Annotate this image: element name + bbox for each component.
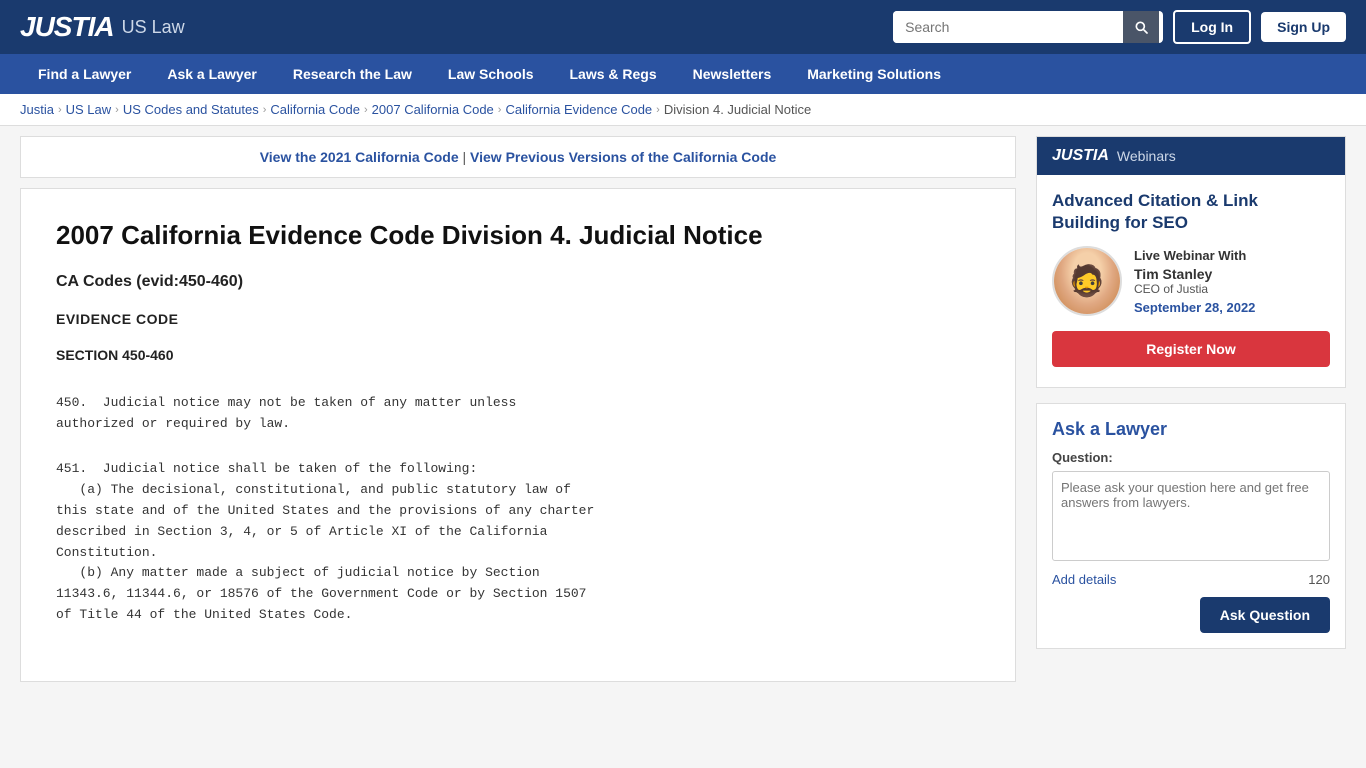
add-details-link[interactable]: Add details [1052, 572, 1116, 587]
breadcrumb-sep-1: › [58, 104, 62, 116]
search-icon [1133, 19, 1149, 35]
ask-footer: Add details 120 [1052, 572, 1330, 587]
section-number: SECTION 450-460 [56, 347, 980, 363]
nav-bar: Find a Lawyer Ask a Lawyer Research the … [0, 54, 1366, 94]
view-2021-link[interactable]: View the 2021 California Code [260, 149, 459, 165]
webinar-header: JUSTIA Webinars [1037, 137, 1345, 175]
webinar-label: Webinars [1117, 148, 1176, 164]
uslaw-logo: US Law [122, 17, 185, 38]
main-layout: View the 2021 California Code | View Pre… [0, 126, 1366, 692]
webinar-info: Live Webinar With Tim Stanley CEO of Jus… [1134, 248, 1330, 315]
ask-lawyer-card: Ask a Lawyer Question: Add details 120 A… [1036, 403, 1346, 649]
sidebar: JUSTIA Webinars Advanced Citation & Link… [1036, 136, 1346, 682]
breadcrumb-sep-6: › [656, 104, 660, 116]
legal-text-450: 450. Judicial notice may not be taken of… [56, 393, 980, 435]
ask-lawyer-title: Ask a Lawyer [1052, 419, 1330, 440]
legal-text-451: 451. Judicial notice shall be taken of t… [56, 459, 980, 625]
breadcrumb-ca-evidence[interactable]: California Evidence Code [505, 102, 652, 117]
section-label: EVIDENCE CODE [56, 311, 980, 327]
breadcrumb-sep-2: › [115, 104, 119, 116]
char-count: 120 [1308, 572, 1330, 587]
page-title: 2007 California Evidence Code Division 4… [56, 219, 980, 253]
nav-research-law[interactable]: Research the Law [275, 54, 430, 94]
webinar-role: CEO of Justia [1134, 282, 1330, 296]
nav-find-lawyer[interactable]: Find a Lawyer [20, 54, 149, 94]
nav-ask-lawyer[interactable]: Ask a Lawyer [149, 54, 275, 94]
login-button[interactable]: Log In [1173, 10, 1251, 44]
breadcrumb-justia[interactable]: Justia [20, 102, 54, 117]
header: JUSTIA US Law Log In Sign Up [0, 0, 1366, 54]
webinar-body: Advanced Citation & Link Building for SE… [1037, 175, 1345, 387]
register-now-button[interactable]: Register Now [1052, 331, 1330, 367]
breadcrumb-sep-5: › [498, 104, 502, 116]
avatar: 🧔 [1052, 246, 1122, 316]
breadcrumb: Justia › US Law › US Codes and Statutes … [0, 94, 1366, 126]
main-content: View the 2021 California Code | View Pre… [20, 136, 1016, 682]
nav-laws-regs[interactable]: Laws & Regs [552, 54, 675, 94]
content-subtitle: CA Codes (evid:450-460) [56, 273, 980, 291]
question-label: Question: [1052, 450, 1330, 465]
webinar-speaker: Tim Stanley [1134, 266, 1330, 282]
breadcrumb-uslaw[interactable]: US Law [66, 102, 112, 117]
content-card: 2007 California Evidence Code Division 4… [20, 188, 1016, 682]
signup-button[interactable]: Sign Up [1261, 12, 1346, 42]
ask-question-button[interactable]: Ask Question [1200, 597, 1330, 633]
breadcrumb-us-codes[interactable]: US Codes and Statutes [123, 102, 259, 117]
breadcrumb-current: Division 4. Judicial Notice [664, 102, 811, 117]
question-textarea[interactable] [1052, 471, 1330, 561]
breadcrumb-ca-code[interactable]: California Code [270, 102, 360, 117]
webinar-live-text: Live Webinar With [1134, 248, 1330, 263]
webinar-date: September 28, 2022 [1134, 300, 1330, 315]
breadcrumb-2007-ca[interactable]: 2007 California Code [372, 102, 494, 117]
nav-law-schools[interactable]: Law Schools [430, 54, 552, 94]
nav-marketing[interactable]: Marketing Solutions [789, 54, 959, 94]
justia-logo[interactable]: JUSTIA [20, 11, 114, 43]
webinar-card: JUSTIA Webinars Advanced Citation & Link… [1036, 136, 1346, 388]
logo-area: JUSTIA US Law [20, 11, 185, 43]
breadcrumb-sep-3: › [263, 104, 267, 116]
search-box [893, 11, 1163, 43]
webinar-title: Advanced Citation & Link Building for SE… [1052, 190, 1330, 234]
webinar-justia-logo: JUSTIA [1052, 147, 1109, 165]
view-previous-link[interactable]: View Previous Versions of the California… [470, 149, 776, 165]
nav-newsletters[interactable]: Newsletters [675, 54, 790, 94]
avatar-image: 🧔 [1054, 248, 1120, 314]
header-right: Log In Sign Up [893, 10, 1346, 44]
breadcrumb-sep-4: › [364, 104, 368, 116]
banner-separator: | [463, 149, 467, 165]
search-button[interactable] [1123, 11, 1159, 43]
search-input[interactable] [893, 11, 1123, 43]
view-banner: View the 2021 California Code | View Pre… [20, 136, 1016, 178]
webinar-details: 🧔 Live Webinar With Tim Stanley CEO of J… [1052, 246, 1330, 316]
